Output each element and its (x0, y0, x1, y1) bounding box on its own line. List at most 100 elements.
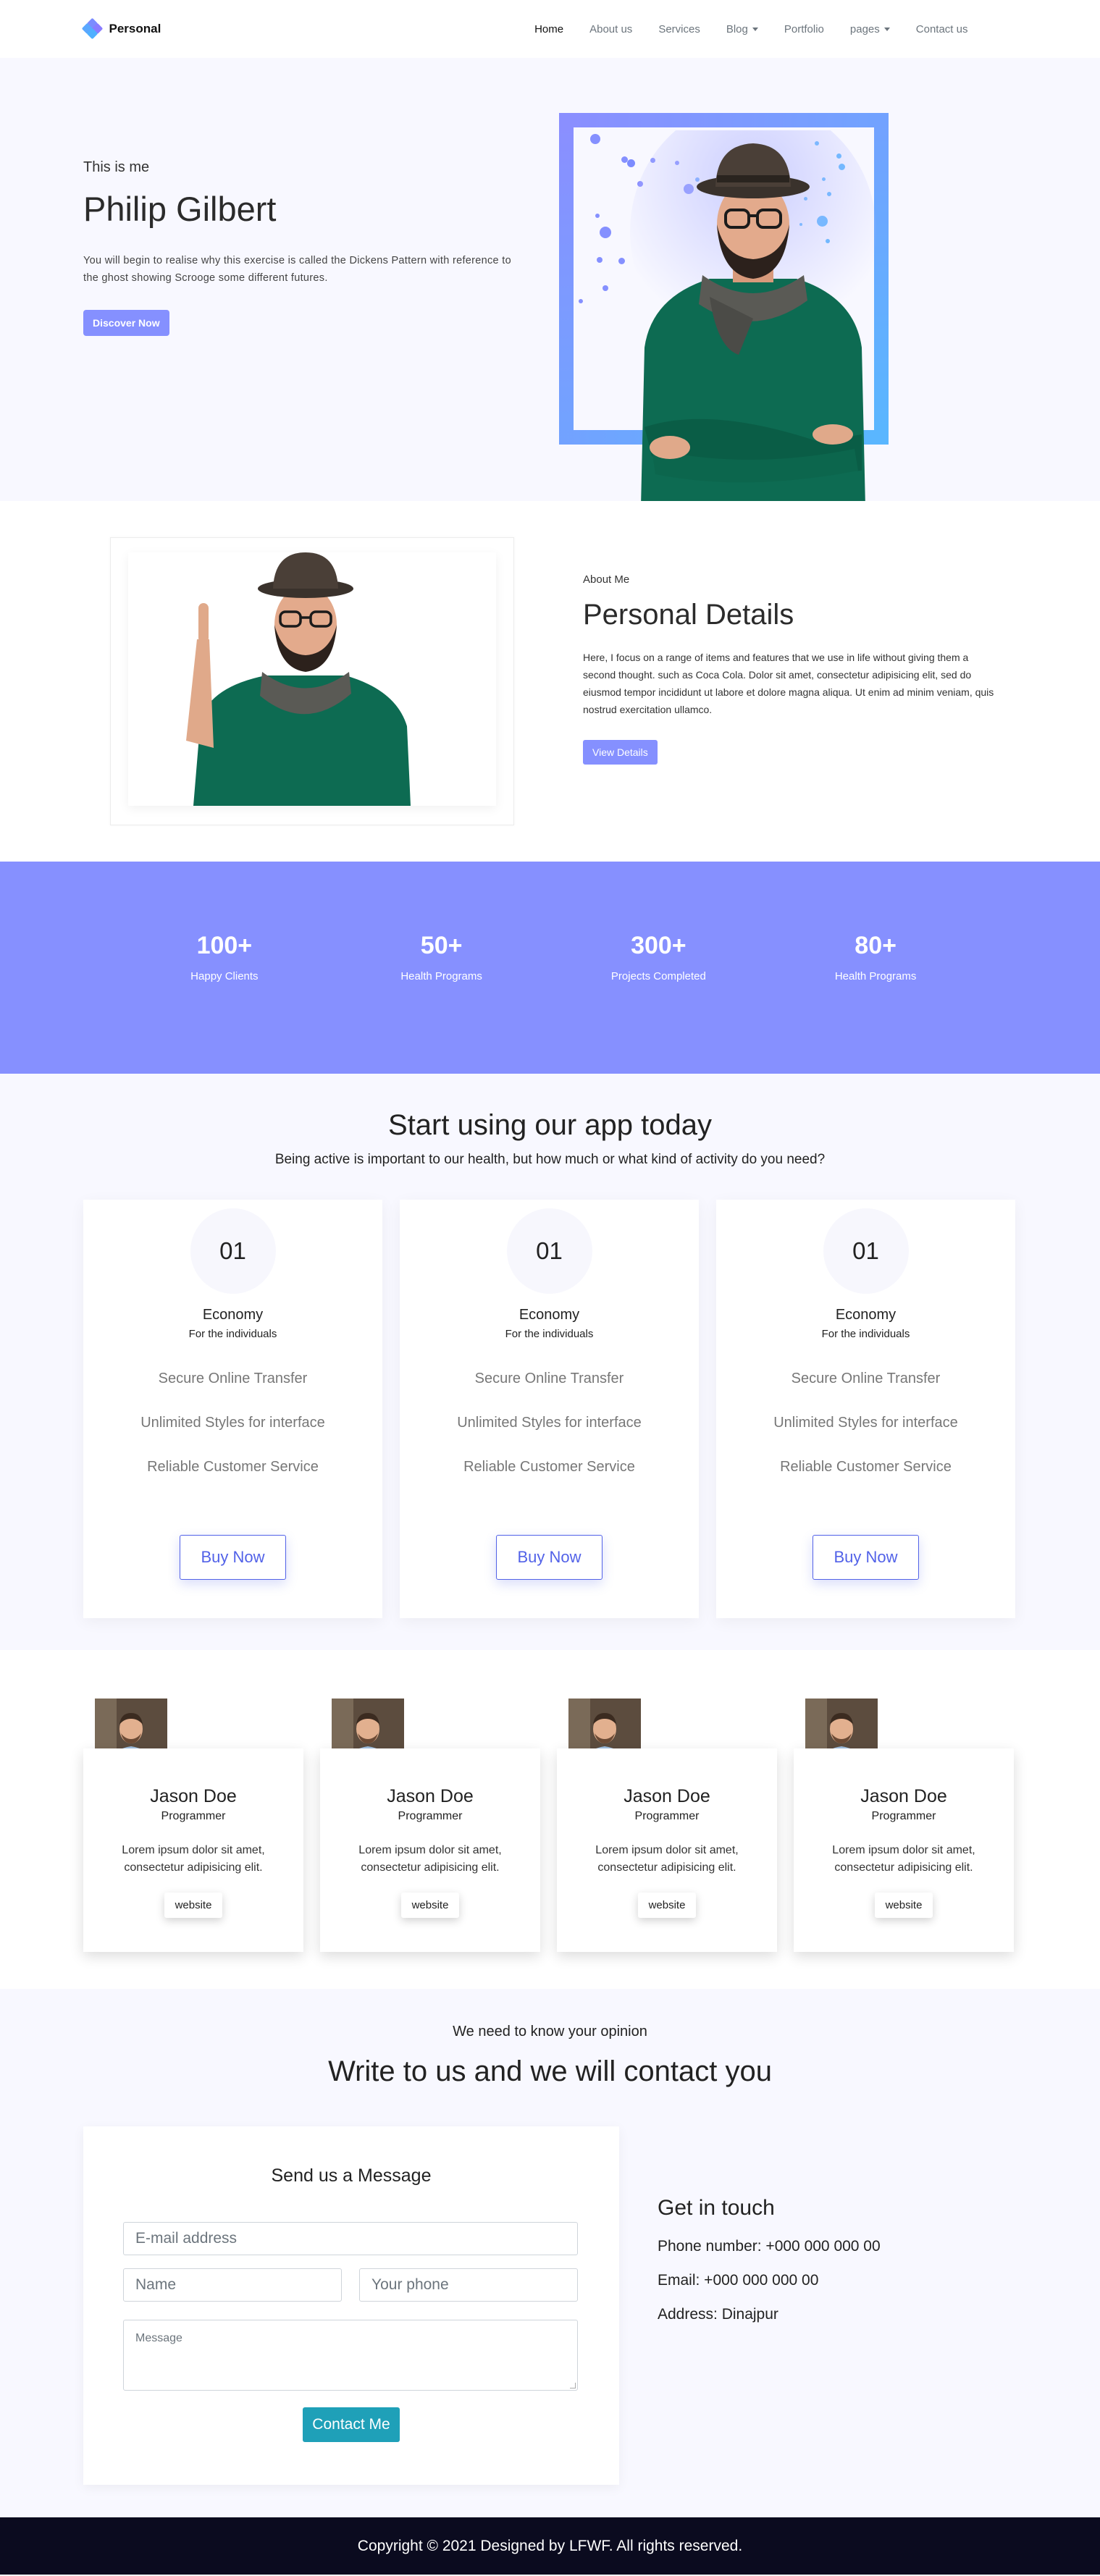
buy-now-button[interactable]: Buy Now (496, 1535, 603, 1580)
about-image-card (110, 537, 514, 825)
hero-title: Philip Gilbert (83, 190, 277, 228)
website-button[interactable]: website (637, 1893, 697, 1918)
caret-down-icon (752, 27, 758, 31)
nav-link-services[interactable]: Services (645, 23, 713, 35)
hero-text: You will begin to realise why this exerc… (83, 255, 511, 284)
member-description: Lorem ipsum dolor sit amet, consectetur … (595, 1844, 739, 1874)
team-card: Jason Doe Programmer Lorem ipsum dolor s… (794, 1748, 1014, 1952)
nav-link-blog[interactable]: Blog (713, 23, 771, 35)
contact-kicker: We need to know your opinion (453, 2024, 647, 2040)
stats-section: 100+ Happy Clients 50+ Health Programs 3… (0, 862, 1100, 1074)
website-button[interactable]: website (400, 1893, 460, 1918)
footer: Copyright © 2021 Designed by LFWF. All r… (0, 2517, 1100, 2575)
plan-number: 01 (190, 1208, 276, 1294)
nav-link-contact-us[interactable]: Contact us (903, 23, 981, 35)
plan-feature: Secure Online Transfer (474, 1371, 624, 1386)
caret-down-icon (883, 27, 890, 31)
member-name: Jason Doe (624, 1786, 710, 1806)
brand-logo[interactable]: Personal (81, 17, 161, 40)
contact-email: Email: +000 000 000 00 (658, 2272, 819, 2289)
plan-feature: Unlimited Styles for interface (457, 1415, 642, 1431)
plan-audience: For the individuals (188, 1328, 277, 1340)
nav-link-label: Blog (726, 22, 748, 35)
pricing-title: Start using our app today (388, 1109, 712, 1141)
brand-name: Personal (109, 22, 161, 35)
pricing-card: 01 Economy For the individuals Secure On… (400, 1200, 699, 1618)
nav-link-home[interactable]: Home (521, 23, 576, 35)
view-details-button[interactable]: View Details (583, 740, 658, 765)
team-card: Jason Doe Programmer Lorem ipsum dolor s… (557, 1748, 777, 1952)
contact-title: Write to us and we will contact you (328, 2055, 772, 2087)
member-name: Jason Doe (150, 1786, 237, 1806)
plan-feature: Reliable Customer Service (463, 1459, 635, 1475)
team-card: Jason Doe Programmer Lorem ipsum dolor s… (320, 1748, 540, 1952)
name-field[interactable]: Name (123, 2268, 342, 2302)
hero-kicker: This is me (83, 159, 150, 175)
buy-now-button[interactable]: Buy Now (180, 1535, 286, 1580)
stat-number: 80+ (855, 931, 897, 959)
about-kicker: About Me (583, 573, 630, 586)
stat-label: Health Programs (834, 969, 917, 982)
contact-section: We need to know your opinion Write to us… (0, 1989, 1100, 2517)
about-title: Personal Details (583, 599, 794, 631)
nav-link-label: pages (849, 22, 880, 35)
stat-item: 50+ Health Programs (369, 932, 514, 982)
buy-now-button[interactable]: Buy Now (813, 1535, 919, 1580)
nav-link-pages[interactable]: pages (837, 23, 903, 35)
about-section: About Me Personal Details Here, I focus … (0, 501, 1100, 862)
nav-link-about-us[interactable]: About us (576, 23, 645, 35)
stat-label: Projects Completed (610, 969, 706, 982)
plan-name: Economy (202, 1307, 264, 1323)
member-description: Lorem ipsum dolor sit amet, consectetur … (122, 1844, 265, 1874)
team-card: Jason Doe Programmer Lorem ipsum dolor s… (83, 1748, 303, 1952)
phone-field[interactable]: Your phone (359, 2268, 578, 2302)
contact-me-button[interactable]: Contact Me (303, 2407, 400, 2442)
nav-link-label: Portfolio (784, 22, 824, 35)
brand-diamond-icon (81, 17, 103, 40)
stat-item: 100+ Happy Clients (152, 932, 297, 982)
plan-feature: Secure Online Transfer (791, 1371, 941, 1386)
nav-link-portfolio[interactable]: Portfolio (771, 23, 837, 35)
stat-number: 100+ (196, 931, 253, 959)
pricing-subtitle: Being active is important to our health,… (274, 1152, 826, 1167)
pricing-card: 01 Economy For the individuals Secure On… (716, 1200, 1015, 1618)
form-title: Send us a Message (271, 2165, 432, 2186)
copyright-text: Copyright © 2021 Designed by LFWF. All r… (357, 2537, 743, 2554)
member-role: Programmer (161, 1810, 226, 1822)
nav-link-label: Contact us (915, 22, 968, 35)
contact-phone: Phone number: +000 000 000 00 (658, 2238, 881, 2255)
pricing-section: Start using our app today Being active i… (0, 1074, 1100, 1650)
email-field[interactable]: E-mail address (123, 2222, 578, 2255)
stat-label: Health Programs (400, 969, 482, 982)
member-role: Programmer (398, 1810, 463, 1822)
stat-item: 300+ Projects Completed (586, 932, 731, 982)
stat-item: 80+ Health Programs (803, 932, 948, 982)
plan-name: Economy (518, 1307, 580, 1323)
message-textarea[interactable]: Message (123, 2320, 578, 2391)
member-name: Jason Doe (387, 1786, 474, 1806)
get-in-touch: Get in touch Phone number: +000 000 000 … (658, 2196, 881, 2340)
plan-feature: Reliable Customer Service (147, 1459, 319, 1475)
stat-label: Happy Clients (190, 969, 259, 982)
member-description: Lorem ipsum dolor sit amet, consectetur … (358, 1844, 502, 1874)
plan-name: Economy (835, 1307, 897, 1323)
stat-number: 300+ (631, 931, 687, 959)
nav-link-label: Services (658, 22, 700, 35)
member-description: Lorem ipsum dolor sit amet, consectetur … (832, 1844, 975, 1874)
member-name: Jason Doe (860, 1786, 947, 1806)
member-role: Programmer (634, 1810, 700, 1822)
plan-feature: Reliable Customer Service (780, 1459, 952, 1475)
resize-handle-icon[interactable] (570, 2383, 576, 2388)
discover-now-button[interactable]: Discover Now (83, 310, 169, 336)
contact-form: Send us a Message E-mail address Name Yo… (83, 2126, 619, 2485)
plan-feature: Secure Online Transfer (158, 1371, 308, 1386)
plan-number: 01 (506, 1208, 592, 1294)
nav-links: Home About us Services Blog Portfolio pages Co… (521, 23, 981, 35)
plan-feature: Unlimited Styles for interface (140, 1415, 325, 1431)
plan-number: 01 (823, 1208, 909, 1294)
stat-number: 50+ (420, 931, 463, 959)
contact-address: Address: Dinajpur (658, 2306, 778, 2323)
team-section: Jason Doe Programmer Lorem ipsum dolor s… (0, 1650, 1100, 1989)
website-button[interactable]: website (874, 1893, 933, 1918)
website-button[interactable]: website (164, 1893, 223, 1918)
